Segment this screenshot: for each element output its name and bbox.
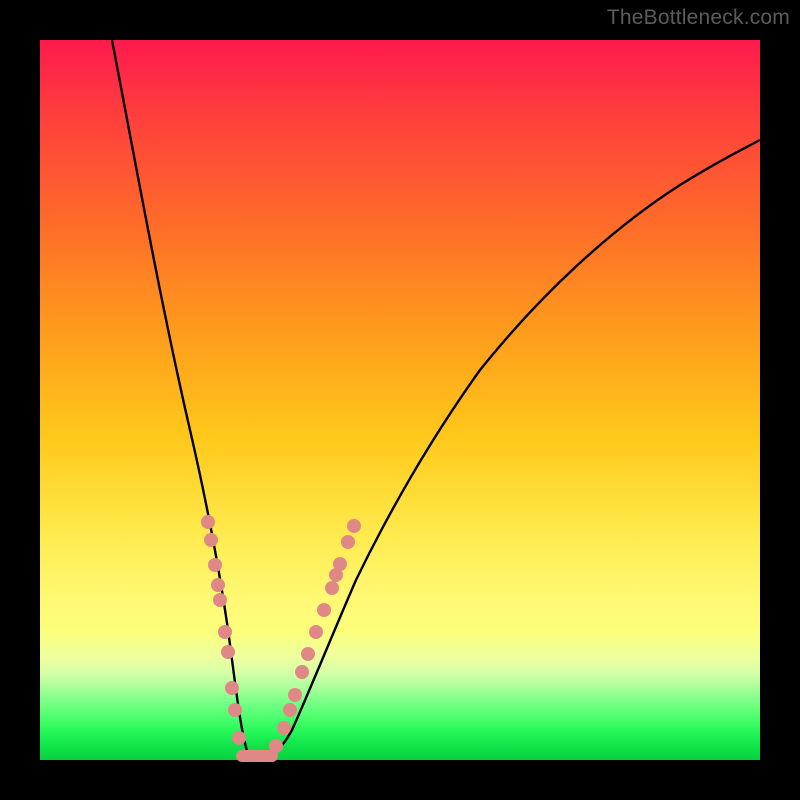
curve-svg [40,40,760,760]
marker-dot [295,665,309,679]
marker-dot [325,581,339,595]
marker-dot [333,557,347,571]
marker-dot [341,535,355,549]
marker-dot [204,533,218,547]
marker-dot [221,645,235,659]
bottleneck-curve [112,40,760,758]
watermark-text: TheBottleneck.com [607,6,790,30]
marker-dot [232,731,246,745]
chart-frame: TheBottleneck.com [0,0,800,800]
marker-dot [277,721,291,735]
marker-dot [309,625,323,639]
marker-dot [283,703,297,717]
marker-dot [225,681,239,695]
marker-dot [213,593,227,607]
marker-dot [211,578,225,592]
marker-dot [201,515,215,529]
marker-dot [317,603,331,617]
marker-dot [269,739,283,753]
plot-area [40,40,760,760]
marker-dot [288,688,302,702]
marker-dot [208,558,222,572]
marker-dot [228,703,242,717]
marker-dot [301,647,315,661]
marker-dot [218,625,232,639]
marker-dot [347,519,361,533]
